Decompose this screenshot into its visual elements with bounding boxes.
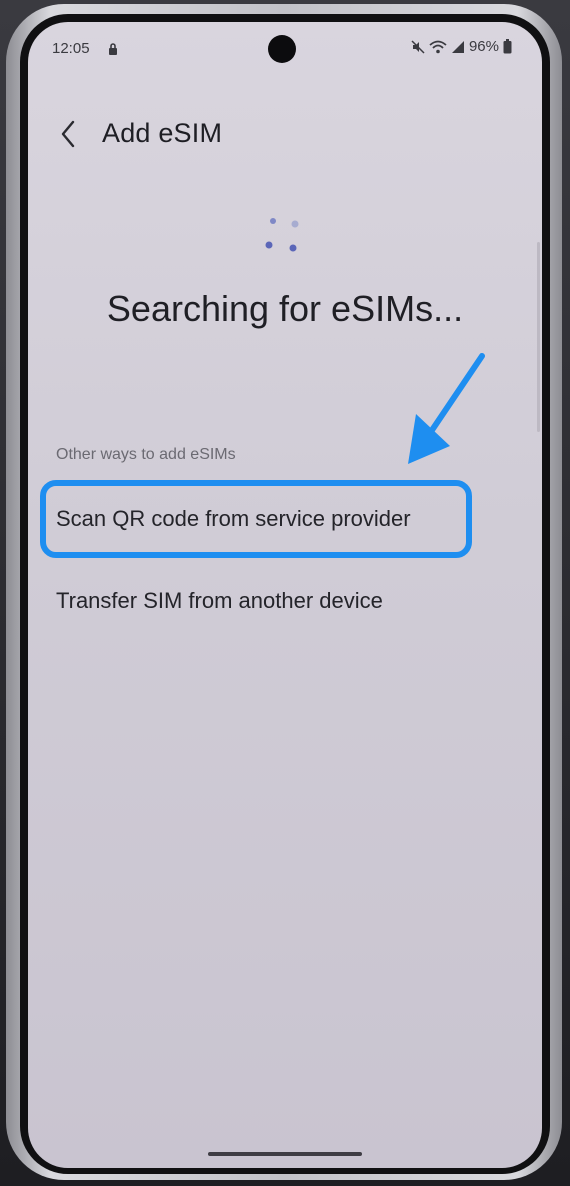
section-label-other-ways: Other ways to add eSIMs <box>56 446 236 463</box>
status-time: 12:05 <box>52 40 90 57</box>
scan-qr-option[interactable]: Scan QR code from service provider <box>56 506 411 532</box>
transfer-sim-option[interactable]: Transfer SIM from another device <box>56 588 383 614</box>
back-button[interactable] <box>50 112 86 156</box>
scrollbar[interactable] <box>537 242 540 432</box>
arrow-annotation-icon <box>408 353 485 464</box>
loading-spinner-icon <box>265 218 299 252</box>
page-title: Add eSIM <box>102 118 223 148</box>
mute-icon <box>411 39 425 54</box>
status-icons: 96% <box>411 38 512 55</box>
phone-device: 12:05 96% Add eSIM Searching for eSIMs..… <box>0 0 570 1186</box>
navigation-handle[interactable] <box>208 1152 362 1156</box>
chevron-left-icon <box>61 120 75 148</box>
phone-screen: 12:05 96% Add eSIM Searching for eSIMs..… <box>28 22 542 1168</box>
searching-status: Searching for eSIMs... <box>106 288 464 329</box>
battery-icon <box>503 39 512 54</box>
wifi-icon <box>429 40 447 53</box>
lock-icon <box>109 43 117 55</box>
app-header: Add eSIM <box>28 112 542 156</box>
battery-percent: 96% <box>468 38 499 55</box>
signal-icon <box>451 40 464 53</box>
status-bar: 12:05 96% <box>28 34 542 62</box>
